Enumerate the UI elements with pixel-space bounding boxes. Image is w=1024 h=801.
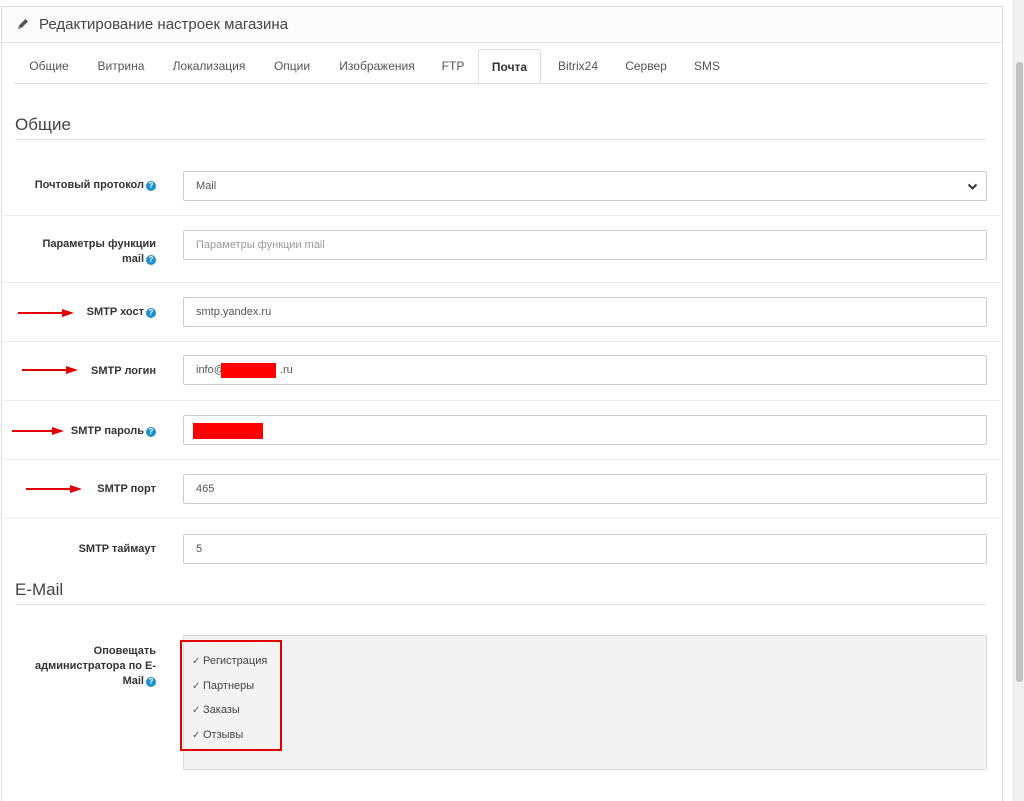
annotation-arrow: [26, 485, 82, 493]
check-icon: ✓: [192, 705, 201, 716]
smtp-password-input[interactable]: [183, 415, 987, 445]
help-icon[interactable]: ?: [146, 255, 156, 265]
smtp-login-input[interactable]: info@ .ru: [183, 355, 987, 385]
checkbox-registration[interactable]: ✓ Регистрация: [192, 655, 267, 667]
admin-notify-label: Оповещать администратора по E- Mail?: [34, 645, 156, 687]
row-divider: [1, 400, 1001, 401]
row-divider: [1, 518, 1001, 519]
check-icon: ✓: [192, 656, 201, 667]
row-divider: [1, 341, 1001, 342]
tab-bitrix24[interactable]: Bitrix24: [553, 49, 603, 83]
row-divider: [1, 459, 1001, 460]
smtp-timeout-label: SMTP таймаут: [78, 543, 156, 555]
smtp-password-label: SMTP пароль?: [71, 424, 156, 439]
annotation-arrow: [18, 309, 74, 317]
pencil-icon: [18, 19, 28, 29]
smtp-login-label: SMTP логин: [91, 365, 156, 377]
section-title-general: Общие: [15, 115, 71, 134]
tab-server[interactable]: Сервер: [623, 49, 669, 83]
annotation-arrow: [12, 427, 64, 435]
smtp-host-input[interactable]: smtp.yandex.ru: [183, 297, 987, 327]
section-divider: [15, 139, 987, 140]
tab-general[interactable]: Общие: [26, 49, 72, 83]
chevron-down-icon: [967, 183, 978, 190]
help-icon[interactable]: ?: [146, 308, 156, 318]
smtp-host-label: SMTP хост?: [87, 305, 156, 320]
page-scrollbar[interactable]: [1013, 0, 1024, 801]
checkbox-partners[interactable]: ✓ Партнеры: [192, 680, 254, 692]
mail-params-label: Параметры функции mail?: [42, 238, 156, 265]
tab-ftp[interactable]: FTP: [440, 49, 466, 83]
page-title: Редактирование настроек магазина: [39, 16, 289, 33]
panel-heading: Редактирование настроек магазина: [2, 7, 1002, 43]
tab-sms[interactable]: SMS: [693, 49, 721, 83]
settings-page: Редактирование настроек магазина Общие В…: [0, 0, 1024, 801]
help-icon[interactable]: ?: [146, 181, 156, 191]
settings-tabs: Общие Витрина Локализация Опции Изображе…: [14, 49, 987, 84]
row-divider: [1, 282, 1001, 283]
mail-protocol-label: Почтовый протокол?: [35, 178, 156, 193]
tab-images[interactable]: Изображения: [338, 49, 416, 83]
redaction-mark: [193, 423, 263, 439]
scrollbar-thumb[interactable]: [1016, 62, 1023, 682]
annotation-arrow: [22, 366, 78, 374]
tab-options[interactable]: Опции: [271, 49, 313, 83]
tab-storefront[interactable]: Витрина: [95, 49, 147, 83]
section-divider: [15, 604, 987, 605]
mail-protocol-select[interactable]: Mail: [183, 171, 987, 201]
redaction-mark: [221, 363, 276, 378]
smtp-timeout-input[interactable]: 5: [183, 534, 987, 564]
smtp-port-label: SMTP порт: [97, 483, 156, 495]
smtp-port-input[interactable]: 465: [183, 474, 987, 504]
check-icon: ✓: [192, 681, 201, 692]
section-title-email: E-Mail: [15, 580, 64, 599]
help-icon[interactable]: ?: [146, 677, 156, 687]
tab-localization[interactable]: Локализация: [172, 49, 246, 83]
checkbox-orders[interactable]: ✓ Заказы: [192, 704, 240, 716]
mail-params-input[interactable]: Параметры функции mail: [183, 230, 987, 260]
admin-notify-checkbox-list: [183, 635, 987, 770]
checkbox-reviews[interactable]: ✓ Отзывы: [192, 729, 243, 741]
row-divider: [1, 215, 1001, 216]
help-icon[interactable]: ?: [146, 427, 156, 437]
check-icon: ✓: [192, 730, 201, 741]
tab-mail[interactable]: Почта: [478, 49, 541, 83]
